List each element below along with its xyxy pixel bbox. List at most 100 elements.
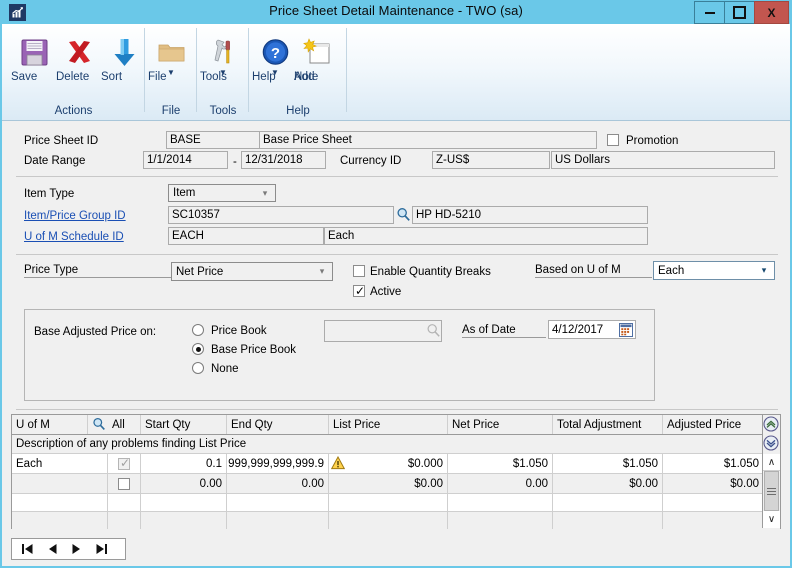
currency-id-field[interactable]: Z-US$	[432, 151, 550, 169]
cell-net-price[interactable]	[448, 512, 553, 529]
magnifier-lookup-icon[interactable]	[396, 207, 411, 225]
scroll-down-button[interactable]: ∨	[763, 511, 780, 528]
next-record-button[interactable]	[71, 543, 82, 555]
based-on-uom-dropdown[interactable]: Each ▾	[653, 261, 775, 280]
roll-up-icon[interactable]	[763, 416, 779, 432]
enable-quantity-breaks-checkbox[interactable]	[353, 265, 365, 277]
uom-schedule-id-field[interactable]: EACH	[168, 227, 324, 245]
all-checkbox[interactable]	[118, 477, 130, 490]
cell-list-price[interactable]	[329, 494, 448, 511]
check-icon: ✓	[120, 455, 131, 470]
delete-button[interactable]: Delete	[56, 28, 102, 83]
uom-schedule-id-link[interactable]: U of M Schedule ID	[24, 231, 124, 243]
file-menu-button[interactable]: File ▼	[148, 28, 194, 83]
cell-total-adjustment[interactable]	[553, 512, 663, 529]
cell-net-price[interactable]: 0.00	[448, 474, 553, 493]
cell-list-price[interactable]: $0.00	[329, 474, 448, 493]
item-type-dropdown[interactable]: Item ▾	[168, 184, 276, 202]
cell-adjusted-price[interactable]	[663, 494, 763, 511]
cell-end-qty[interactable]	[227, 512, 329, 529]
date-from-field[interactable]: 1/1/2014	[143, 151, 228, 169]
close-button[interactable]: X	[754, 1, 789, 24]
cell-start-qty[interactable]	[141, 512, 227, 529]
table-row[interactable]: Each ✓ 0.1 999,999,999,999.9 $0.000 $1.0…	[12, 454, 780, 474]
cell-all[interactable]	[108, 494, 141, 511]
active-checkbox[interactable]: ✓	[353, 284, 365, 298]
cell-list-price-value: $0.000	[407, 457, 443, 470]
cell-all[interactable]	[108, 474, 141, 493]
record-navigation-bar	[11, 538, 126, 560]
item-price-group-id-field[interactable]: SC10357	[168, 206, 394, 224]
maximize-button[interactable]	[724, 1, 755, 24]
cell-list-price[interactable]: $0.000	[329, 454, 448, 473]
help-menu-button[interactable]: ? Help ▼	[252, 28, 298, 83]
cell-start-qty[interactable]: 0.00	[141, 474, 227, 493]
cell-start-qty[interactable]: 0.1	[141, 454, 227, 473]
cell-total-adjustment[interactable]	[553, 494, 663, 511]
cell-end-qty[interactable]	[227, 494, 329, 511]
roll-down-icon[interactable]	[763, 435, 779, 451]
cell-end-qty[interactable]: 999,999,999,999.9	[227, 454, 329, 473]
cell-total-adjustment[interactable]: $0.00	[553, 474, 663, 493]
chevron-down-icon: ▾	[262, 187, 268, 198]
price-type-label: Price Type	[24, 264, 171, 278]
price-sheet-description-field[interactable]: Base Price Sheet	[259, 131, 597, 149]
base-adjusted-price-title: Base Adjusted Price on:	[34, 326, 157, 338]
promotion-label: Promotion	[626, 135, 679, 147]
all-checkbox-checked-disabled[interactable]: ✓	[118, 455, 131, 470]
sort-button[interactable]: Sort	[101, 28, 147, 83]
price-book-field[interactable]	[324, 320, 442, 342]
cell-start-qty[interactable]	[141, 494, 227, 511]
price-book-magnifier-lookup-icon[interactable]	[426, 323, 441, 341]
add-note-icon	[294, 28, 340, 68]
column-header-adjusted-price: Adjusted Price	[663, 415, 763, 434]
cell-total-adjustment[interactable]: $1.050	[553, 454, 663, 473]
delete-x-icon	[56, 28, 102, 68]
radio-price-book[interactable]	[192, 324, 204, 336]
add-note-button[interactable]: Add Note	[294, 28, 340, 83]
cell-uom[interactable]	[12, 494, 108, 511]
table-row[interactable]	[12, 512, 780, 529]
active-label: Active	[370, 286, 402, 298]
scrollbar-thumb[interactable]	[764, 471, 779, 511]
table-row[interactable]: 0.00 0.00 $0.00 0.00 $0.00 $0.00	[12, 474, 780, 494]
maximize-icon	[733, 6, 746, 19]
price-type-dropdown[interactable]: Net Price ▾	[171, 262, 333, 281]
radio-none-label: None	[211, 363, 239, 375]
cell-all[interactable]	[108, 512, 141, 529]
section-divider	[16, 254, 778, 255]
calendar-icon[interactable]	[619, 323, 633, 340]
date-to-field[interactable]: 12/31/2018	[241, 151, 326, 169]
column-header-end-qty: End Qty	[227, 415, 329, 434]
application-window: Price Sheet Detail Maintenance - TWO (sa…	[0, 0, 792, 568]
cell-all[interactable]: ✓	[108, 454, 141, 473]
item-price-group-id-link[interactable]: Item/Price Group ID	[24, 210, 126, 222]
cell-net-price[interactable]: $1.050	[448, 454, 553, 473]
cell-list-price[interactable]	[329, 512, 448, 529]
cell-adjusted-price[interactable]: $1.050	[663, 454, 763, 473]
tools-menu-button[interactable]: Tools ▼	[200, 28, 246, 83]
grid-magnifier-lookup-icon[interactable]	[92, 417, 106, 434]
scroll-up-button[interactable]: ∧	[763, 454, 780, 471]
radio-base-price-book[interactable]	[192, 343, 204, 355]
cell-end-qty[interactable]: 0.00	[227, 474, 329, 493]
cell-uom[interactable]: Each	[12, 454, 108, 473]
radio-none[interactable]	[192, 362, 204, 374]
grid-scrollbar[interactable]: ∧ ∨	[762, 415, 780, 528]
cell-uom[interactable]	[12, 474, 108, 493]
last-record-button[interactable]	[95, 543, 108, 555]
price-type-value: Net Price	[176, 265, 224, 278]
table-row[interactable]	[12, 494, 780, 512]
cell-adjusted-price[interactable]	[663, 512, 763, 529]
cell-uom[interactable]	[12, 512, 108, 529]
file-menu-label: File	[148, 71, 167, 83]
save-button[interactable]: Save	[11, 28, 57, 83]
cell-net-price[interactable]	[448, 494, 553, 511]
save-button-label: Save	[11, 71, 38, 83]
cell-adjusted-price[interactable]: $0.00	[663, 474, 763, 493]
promotion-checkbox[interactable]	[607, 134, 619, 146]
minimize-button[interactable]	[694, 1, 725, 24]
previous-record-button[interactable]	[47, 543, 58, 555]
first-record-button[interactable]	[21, 543, 34, 555]
help-menu-label: Help	[252, 71, 276, 83]
